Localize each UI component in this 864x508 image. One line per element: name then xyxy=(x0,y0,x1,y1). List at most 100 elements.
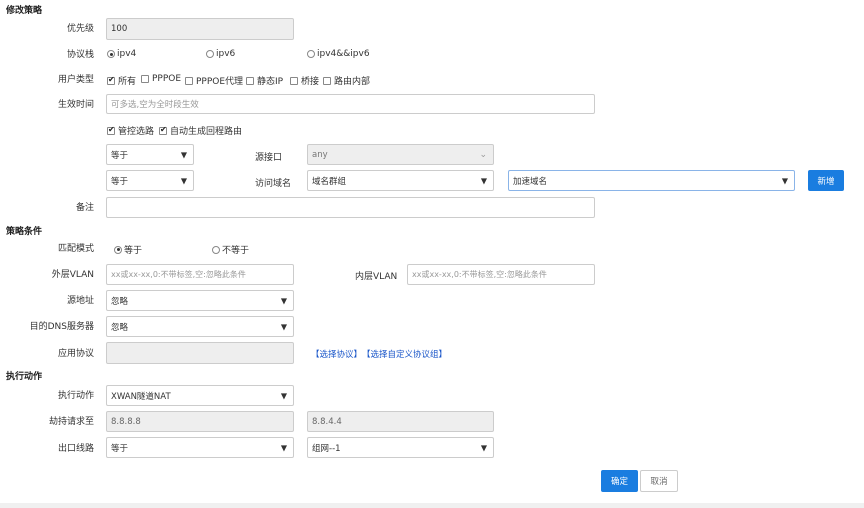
exit-line-op-value: 等于 xyxy=(111,443,129,454)
radio-unchecked-icon xyxy=(206,50,214,58)
add-domain-button[interactable]: 新增 xyxy=(808,170,844,191)
src-addr-label: 源地址 xyxy=(66,296,94,306)
src-addr-select[interactable]: 忽略 ▼ xyxy=(106,290,294,311)
src-iface-op-select[interactable]: 等于 ▼ xyxy=(106,144,194,165)
user-type-bridge-checkbox[interactable]: 桥接 xyxy=(290,74,319,87)
radio-checked-icon xyxy=(114,245,122,254)
caret-down-icon: ▼ xyxy=(781,176,788,185)
caret-down-icon: ▼ xyxy=(280,391,287,400)
action-select[interactable]: XWAN隧道NAT ▼ xyxy=(106,385,294,406)
protocol-ipv4-radio[interactable]: ipv4 xyxy=(107,49,136,59)
outer-vlan-label: 外层VLAN xyxy=(51,270,94,280)
caret-down-icon: ▼ xyxy=(480,176,487,185)
protocol-dual-label: ipv4&&ipv6 xyxy=(317,49,370,59)
src-iface-label: 源接口 xyxy=(255,153,283,163)
footer-divider xyxy=(0,503,864,508)
section-title-actions: 执行动作 xyxy=(6,372,43,382)
src-iface-value: any xyxy=(312,149,328,160)
checkbox-checked-icon xyxy=(107,75,115,85)
domain-select[interactable]: 加速域名 ▼ xyxy=(508,170,795,191)
exit-line-op-select[interactable]: 等于 ▼ xyxy=(106,437,294,458)
user-type-label: 用户类型 xyxy=(57,75,94,85)
dest-domain-op-select[interactable]: 等于 ▼ xyxy=(106,170,194,191)
inner-vlan-label: 内层VLAN xyxy=(355,272,398,282)
protocol-ipv6-label: ipv6 xyxy=(216,49,236,59)
user-type-pppoe-label: PPPOE xyxy=(152,74,182,84)
caret-down-icon: ▼ xyxy=(180,176,187,185)
domain-group-value: 域名群组 xyxy=(312,176,347,187)
effective-time-input[interactable]: 可多选,空为全时段生效 xyxy=(106,94,595,114)
dest-domain-label: 访问域名 xyxy=(255,179,292,189)
dest-dns-value: 忽略 xyxy=(111,322,129,333)
radio-checked-icon xyxy=(107,50,115,58)
match-equal-label: 等于 xyxy=(124,246,143,256)
inner-vlan-input[interactable]: xx或xx-xx,0:不带标签,空:忽略此条件 xyxy=(407,264,595,285)
checkbox-checked-icon xyxy=(107,125,115,135)
route-control-checkbox[interactable]: 管控选路 xyxy=(107,124,154,137)
user-type-static-ip-label: 静态IP xyxy=(257,77,284,87)
user-type-all-checkbox[interactable]: 所有 xyxy=(107,74,136,87)
src-iface-select[interactable]: any ⌄ xyxy=(307,144,494,165)
priority-input[interactable]: 100 xyxy=(106,18,294,40)
src-addr-value: 忽略 xyxy=(111,296,129,307)
radio-unchecked-icon xyxy=(212,245,220,254)
user-type-pppoe-proxy-label: PPPOE代理 xyxy=(196,77,244,87)
user-type-pppoe-checkbox[interactable]: PPPOE xyxy=(141,74,181,84)
caret-down-icon: ▼ xyxy=(180,150,187,159)
hijack-label: 劫持请求至 xyxy=(48,417,94,427)
match-equal-radio[interactable]: 等于 xyxy=(114,243,142,256)
app-protocol-label: 应用协议 xyxy=(57,349,94,359)
effective-time-label: 生效时间 xyxy=(57,100,94,110)
protocol-ipv4-label: ipv4 xyxy=(117,49,137,59)
auto-return-route-label: 自动生成回程路由 xyxy=(170,127,243,137)
checkbox-unchecked-icon xyxy=(141,75,149,83)
checkbox-unchecked-icon xyxy=(185,76,193,85)
domain-group-select[interactable]: 域名群组 ▼ xyxy=(307,170,494,191)
protocol-stack-label: 协议栈 xyxy=(66,50,94,60)
section-title-modify: 修改策略 xyxy=(6,6,43,16)
checkbox-checked-icon xyxy=(159,125,167,135)
checkbox-unchecked-icon xyxy=(323,76,331,85)
dest-dns-label: 目的DNS服务器 xyxy=(29,322,94,332)
exit-line-label: 出口线路 xyxy=(57,444,94,454)
caret-down-icon: ▼ xyxy=(280,443,287,452)
app-protocol-input[interactable] xyxy=(106,342,294,364)
hijack-primary-input[interactable]: 8.8.8.8 xyxy=(106,411,294,432)
checkbox-unchecked-icon xyxy=(246,76,254,85)
remark-label: 备注 xyxy=(75,203,94,213)
caret-down-icon: ▼ xyxy=(280,322,287,331)
match-mode-label: 匹配模式 xyxy=(57,244,94,254)
route-control-label: 管控选路 xyxy=(118,127,155,137)
select-protocol-link[interactable]: 【选择协议】 xyxy=(311,348,362,360)
cancel-button[interactable]: 取消 xyxy=(640,470,678,492)
action-label: 执行动作 xyxy=(57,391,94,401)
action-value: XWAN隧道NAT xyxy=(111,391,171,402)
match-not-equal-radio[interactable]: 不等于 xyxy=(212,243,249,256)
src-iface-op-value: 等于 xyxy=(111,150,129,161)
chevron-down-icon: ⌄ xyxy=(479,149,487,160)
caret-down-icon: ▼ xyxy=(280,296,287,305)
user-type-route-internal-checkbox[interactable]: 路由内部 xyxy=(323,74,370,87)
hijack-secondary-input[interactable]: 8.8.4.4 xyxy=(307,411,494,432)
user-type-all-label: 所有 xyxy=(118,77,137,87)
outer-vlan-input[interactable]: xx或xx-xx,0:不带标签,空:忽略此条件 xyxy=(106,264,294,285)
select-custom-protocol-group-link[interactable]: 【选择自定义协议组】 xyxy=(362,348,447,360)
protocol-dual-radio[interactable]: ipv4&&ipv6 xyxy=(307,49,370,59)
domain-value: 加速域名 xyxy=(513,176,548,187)
user-type-bridge-label: 桥接 xyxy=(301,77,320,87)
radio-unchecked-icon xyxy=(307,50,315,58)
dest-dns-select[interactable]: 忽略 ▼ xyxy=(106,316,294,337)
confirm-button[interactable]: 确定 xyxy=(601,470,638,492)
protocol-ipv6-radio[interactable]: ipv6 xyxy=(206,49,235,59)
user-type-static-ip-checkbox[interactable]: 静态IP xyxy=(246,74,283,87)
section-title-conditions: 策略条件 xyxy=(6,227,43,237)
caret-down-icon: ▼ xyxy=(480,443,487,452)
exit-line-select[interactable]: 组网--1 ▼ xyxy=(307,437,494,458)
exit-line-value: 组网--1 xyxy=(312,443,341,454)
match-not-equal-label: 不等于 xyxy=(222,246,250,256)
auto-return-route-checkbox[interactable]: 自动生成回程路由 xyxy=(159,124,242,137)
user-type-pppoe-proxy-checkbox[interactable]: PPPOE代理 xyxy=(185,74,243,87)
user-type-route-internal-label: 路由内部 xyxy=(334,77,371,87)
remark-input[interactable] xyxy=(106,197,595,218)
priority-label: 优先级 xyxy=(66,24,94,34)
